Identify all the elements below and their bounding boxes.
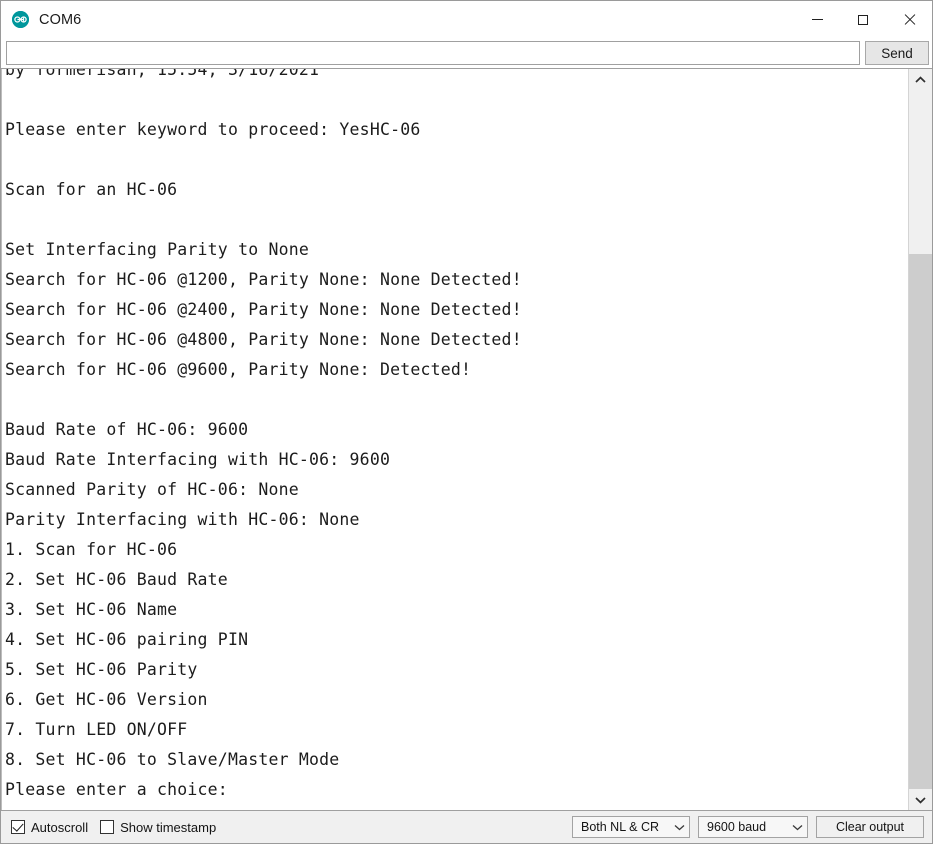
send-button[interactable]: Send (865, 41, 929, 65)
clear-output-button[interactable]: Clear output (816, 816, 924, 838)
chevron-down-icon (792, 824, 803, 831)
window-title: COM6 (39, 11, 82, 28)
status-bar-right: Both NL & CR 9600 baud Clear output (572, 816, 924, 838)
baud-rate-value: 9600 baud (707, 820, 767, 834)
console-output[interactable]: by formerisan, 15:54, 3/16/2021 Please e… (1, 69, 908, 810)
send-input[interactable] (6, 41, 860, 65)
minimize-icon (811, 19, 823, 20)
console-area: by formerisan, 15:54, 3/16/2021 Please e… (1, 68, 932, 811)
close-button[interactable] (886, 1, 932, 38)
close-icon (903, 14, 915, 26)
title-bar: COM6 (1, 1, 932, 38)
console-text: by formerisan, 15:54, 3/16/2021 Please e… (5, 69, 522, 799)
autoscroll-checkbox[interactable]: Autoscroll (11, 820, 88, 835)
scroll-up-button[interactable] (909, 69, 932, 90)
maximize-icon (858, 14, 868, 25)
scroll-down-button[interactable] (909, 789, 932, 810)
send-bar: Send (1, 38, 932, 68)
scrollbar-track[interactable] (909, 90, 932, 789)
title-bar-left: COM6 (1, 11, 81, 28)
show-timestamp-label: Show timestamp (120, 819, 217, 835)
status-bar-left: Autoscroll Show timestamp (11, 820, 216, 835)
status-bar: Autoscroll Show timestamp Both NL & CR 9… (1, 811, 932, 843)
line-ending-select[interactable]: Both NL & CR (572, 816, 690, 838)
chevron-down-icon (674, 824, 685, 831)
minimize-button[interactable] (794, 1, 840, 38)
arduino-logo-icon (12, 11, 29, 28)
scrollbar-thumb[interactable] (909, 254, 932, 789)
autoscroll-label: Autoscroll (31, 819, 89, 835)
show-timestamp-checkbox[interactable]: Show timestamp (100, 820, 216, 835)
window-controls (794, 1, 932, 38)
chevron-down-icon (915, 796, 926, 804)
checkbox-empty-icon (100, 820, 115, 834)
serial-monitor-window: COM6 Send by formerisan, 15:54, 3/16/202… (0, 0, 933, 844)
maximize-button[interactable] (840, 1, 886, 38)
checkbox-check-icon (11, 820, 25, 834)
baud-rate-select[interactable]: 9600 baud (698, 816, 808, 838)
console-scrollbar[interactable] (908, 69, 932, 810)
line-ending-value: Both NL & CR (581, 820, 660, 834)
chevron-up-icon (915, 75, 926, 83)
